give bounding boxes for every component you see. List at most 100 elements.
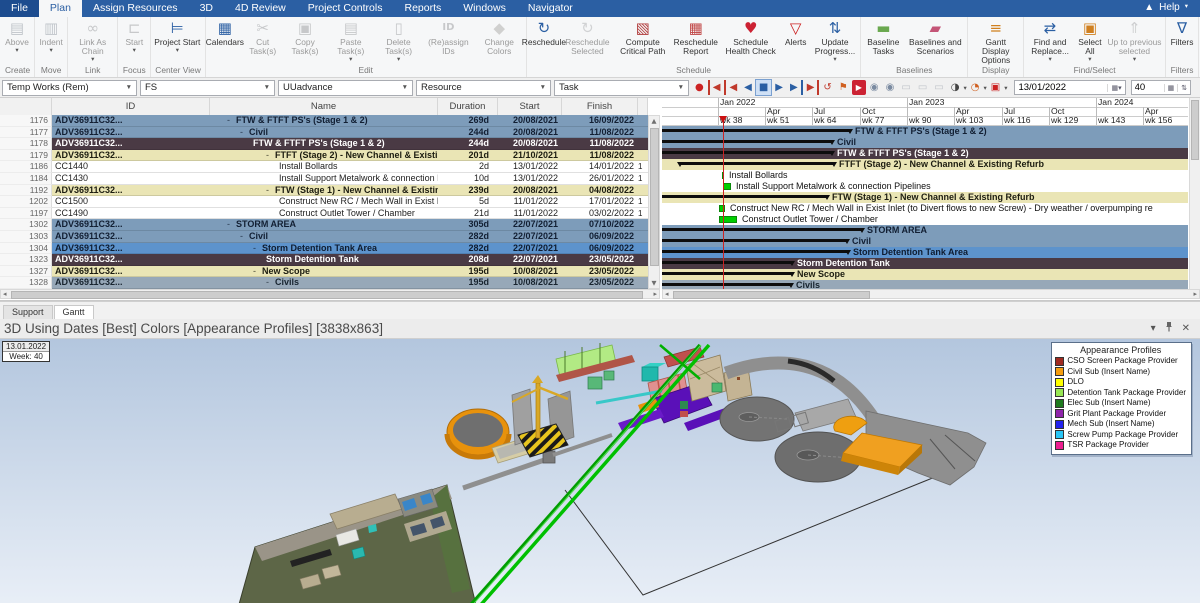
gantt-row[interactable]: Civil	[662, 236, 1188, 247]
tab-plan[interactable]: Plan	[39, 0, 82, 17]
table-row[interactable]: 1323ADV36911C32...Storm Detention Tank20…	[0, 254, 648, 266]
gantt-row[interactable]: FTW & FTFT PS's (Stage 1 & 2)	[662, 126, 1188, 137]
camera-1-button[interactable]: ▭	[898, 80, 913, 95]
column-header-duration[interactable]: Duration	[438, 98, 498, 115]
filters-button[interactable]: ∇Filters	[1167, 17, 1197, 47]
profile-combo[interactable]: UUadvance▼	[278, 80, 413, 96]
alerts-button[interactable]: ▽Alerts	[781, 17, 811, 47]
tab-file[interactable]: File	[0, 0, 39, 17]
bottom-tab-gantt[interactable]: Gantt	[54, 305, 94, 319]
find-and-replace--button[interactable]: ⇄Find and Replace...▾	[1025, 17, 1075, 63]
tab-3d[interactable]: 3D	[189, 0, 224, 17]
baselines-and-scenarios-button[interactable]: ▰Baselines and Scenarios	[904, 17, 966, 56]
camera-2-button[interactable]: ▭	[915, 80, 930, 95]
gantt-display-options-button[interactable]: ≡Gantt Display Options	[969, 17, 1022, 65]
reschedule-button[interactable]: ↻Reschedule	[528, 17, 560, 47]
scroll-right-icon[interactable]: ▸	[653, 290, 657, 299]
gantt-row[interactable]: Construct Outlet Tower / Chamber	[662, 214, 1188, 225]
baseline-tasks-button[interactable]: ▬Baseline Tasks	[862, 17, 904, 56]
table-row[interactable]: 1184CC1430Install Support Metalwork & co…	[0, 173, 648, 185]
play-button[interactable]: ▶	[772, 80, 786, 95]
bottom-tab-support[interactable]: Support	[3, 305, 53, 319]
tab-4d-review[interactable]: 4D Review	[224, 0, 297, 17]
table-row[interactable]: 1178ADV36911C32...FTW & FTFT PS's (Stage…	[0, 138, 648, 150]
gantt-vertical-scrollbar[interactable]	[1189, 98, 1200, 290]
collapse-icon[interactable]: -	[240, 231, 249, 242]
gantt-row[interactable]: Construct New RC / Mech Wall in Exist In…	[662, 203, 1188, 214]
stop-button[interactable]: ■	[756, 80, 771, 95]
gantt-row[interactable]: Install Bollards	[662, 170, 1188, 181]
table-row[interactable]: 1192ADV36911C32...-FTW (Stage 1) - New C…	[0, 185, 648, 197]
gantt-row[interactable]: New Scope	[662, 269, 1188, 280]
collapse-icon[interactable]: -	[227, 115, 236, 126]
gantt-row[interactable]: Storm Detention Tank	[662, 258, 1188, 269]
table-row[interactable]: 1304ADV36911C32...-Storm Detention Tank …	[0, 243, 648, 255]
calculator-icon[interactable]: ▦	[1164, 84, 1178, 92]
reschedule-report-button[interactable]: ▦Reschedule Report	[671, 17, 721, 56]
loop-button[interactable]: ↺	[820, 80, 834, 95]
next-keyframe-button[interactable]: ▶	[787, 80, 803, 95]
resource-combo[interactable]: Resource▼	[416, 80, 551, 96]
tab-assign-resources[interactable]: Assign Resources	[82, 0, 189, 17]
flag-button[interactable]: ⚑	[836, 80, 851, 95]
camera-3-button[interactable]: ▭	[931, 80, 946, 95]
play-reverse-button[interactable]: ◀	[741, 80, 755, 95]
table-row[interactable]: 1303ADV36911C32...-Civil282d22/07/202106…	[0, 231, 648, 243]
column-header-blank[interactable]	[0, 98, 52, 115]
gantt-row[interactable]: FTW & FTFT PS's (Stage 1 & 2)	[662, 148, 1188, 159]
auto-sync-button[interactable]: ▣	[988, 80, 1003, 95]
scroll-left-icon[interactable]: ◂	[665, 290, 669, 299]
3d-viewport[interactable]: 13.01.2022 Week: 40	[0, 339, 1200, 603]
close-icon[interactable]: ✕	[1182, 323, 1190, 334]
chevron-down-icon[interactable]: ▾	[1151, 323, 1156, 334]
prev-keyframe-button[interactable]: ◀	[724, 80, 740, 95]
project-start-button[interactable]: ⊨Project Start▾	[152, 17, 202, 54]
scroll-left-icon[interactable]: ◂	[3, 290, 7, 299]
skip-first-button[interactable]: ◀	[708, 80, 724, 95]
calendars-button[interactable]: ▦Calendars	[207, 17, 243, 47]
table-row[interactable]: 1202CC1500Construct New RC / Mech Wall i…	[0, 196, 648, 208]
filter-combo[interactable]: Temp Works (Rem)▼	[2, 80, 137, 96]
link-type-combo[interactable]: FS▼	[140, 80, 275, 96]
compute-critical-path-button[interactable]: ▧Compute Critical Path	[615, 17, 671, 56]
select-all-button[interactable]: ▣Select All▾	[1075, 17, 1105, 63]
spinner-icon[interactable]: ⇅	[1177, 84, 1190, 92]
gantt-horizontal-scrollbar[interactable]: ◂ ▸	[662, 289, 1200, 299]
column-header-start[interactable]: Start	[498, 98, 562, 115]
collapse-icon[interactable]: -	[227, 219, 236, 230]
scroll-thumb[interactable]	[650, 128, 659, 266]
collapse-icon[interactable]: -	[253, 243, 262, 254]
scroll-up-icon[interactable]: ▲	[649, 117, 659, 125]
date-field[interactable]: ▦▾	[1014, 80, 1125, 95]
collapse-icon[interactable]: -	[240, 127, 249, 138]
help-button[interactable]: Help	[1159, 2, 1180, 13]
scroll-down-icon[interactable]: ▼	[649, 279, 659, 287]
tab-reports[interactable]: Reports	[393, 0, 452, 17]
collapse-icon[interactable]: -	[266, 185, 275, 196]
week-input[interactable]	[1132, 82, 1164, 93]
tab-project-controls[interactable]: Project Controls	[297, 0, 394, 17]
table-row[interactable]: 1328ADV36911C32...-Civils195d10/08/20212…	[0, 277, 648, 289]
tab-windows[interactable]: Windows	[452, 0, 517, 17]
table-row[interactable]: 1186CC1440Install Bollards2d13/01/202214…	[0, 161, 648, 173]
date-input[interactable]	[1015, 82, 1107, 93]
speed-gauge-button[interactable]: ◔	[968, 80, 983, 95]
table-vertical-scrollbar[interactable]: ▲▼	[648, 115, 660, 289]
gantt-row[interactable]: FTW (Stage 1) - New Channel & Existing R…	[662, 192, 1188, 203]
record-button[interactable]: ●	[692, 80, 707, 95]
column-header-name[interactable]: Name	[210, 98, 438, 115]
task-combo[interactable]: Task▼	[554, 80, 689, 96]
gantt-row[interactable]: STORM AREA	[662, 225, 1188, 236]
gantt-row[interactable]: Install Support Metalwork & connection P…	[662, 181, 1188, 192]
skip-last-button[interactable]: ▶	[804, 80, 820, 95]
gantt-row[interactable]: Storm Detention Tank Area	[662, 247, 1188, 258]
update-progress--button[interactable]: ⇅Update Progress...▾	[811, 17, 860, 63]
focus-mode-b-button[interactable]: ◉	[883, 80, 898, 95]
column-header-finish[interactable]: Finish	[562, 98, 638, 115]
collapse-icon[interactable]: -	[253, 266, 262, 277]
video-mode-button[interactable]: ▶	[852, 80, 866, 95]
table-row[interactable]: 1327ADV36911C32...-New Scope195d10/08/20…	[0, 266, 648, 278]
scroll-right-icon[interactable]: ▸	[1193, 290, 1197, 299]
table-row[interactable]: 1177ADV36911C32...-Civil244d20/08/202111…	[0, 127, 648, 139]
collapse-ribbon-icon[interactable]: ▲	[1144, 2, 1154, 13]
